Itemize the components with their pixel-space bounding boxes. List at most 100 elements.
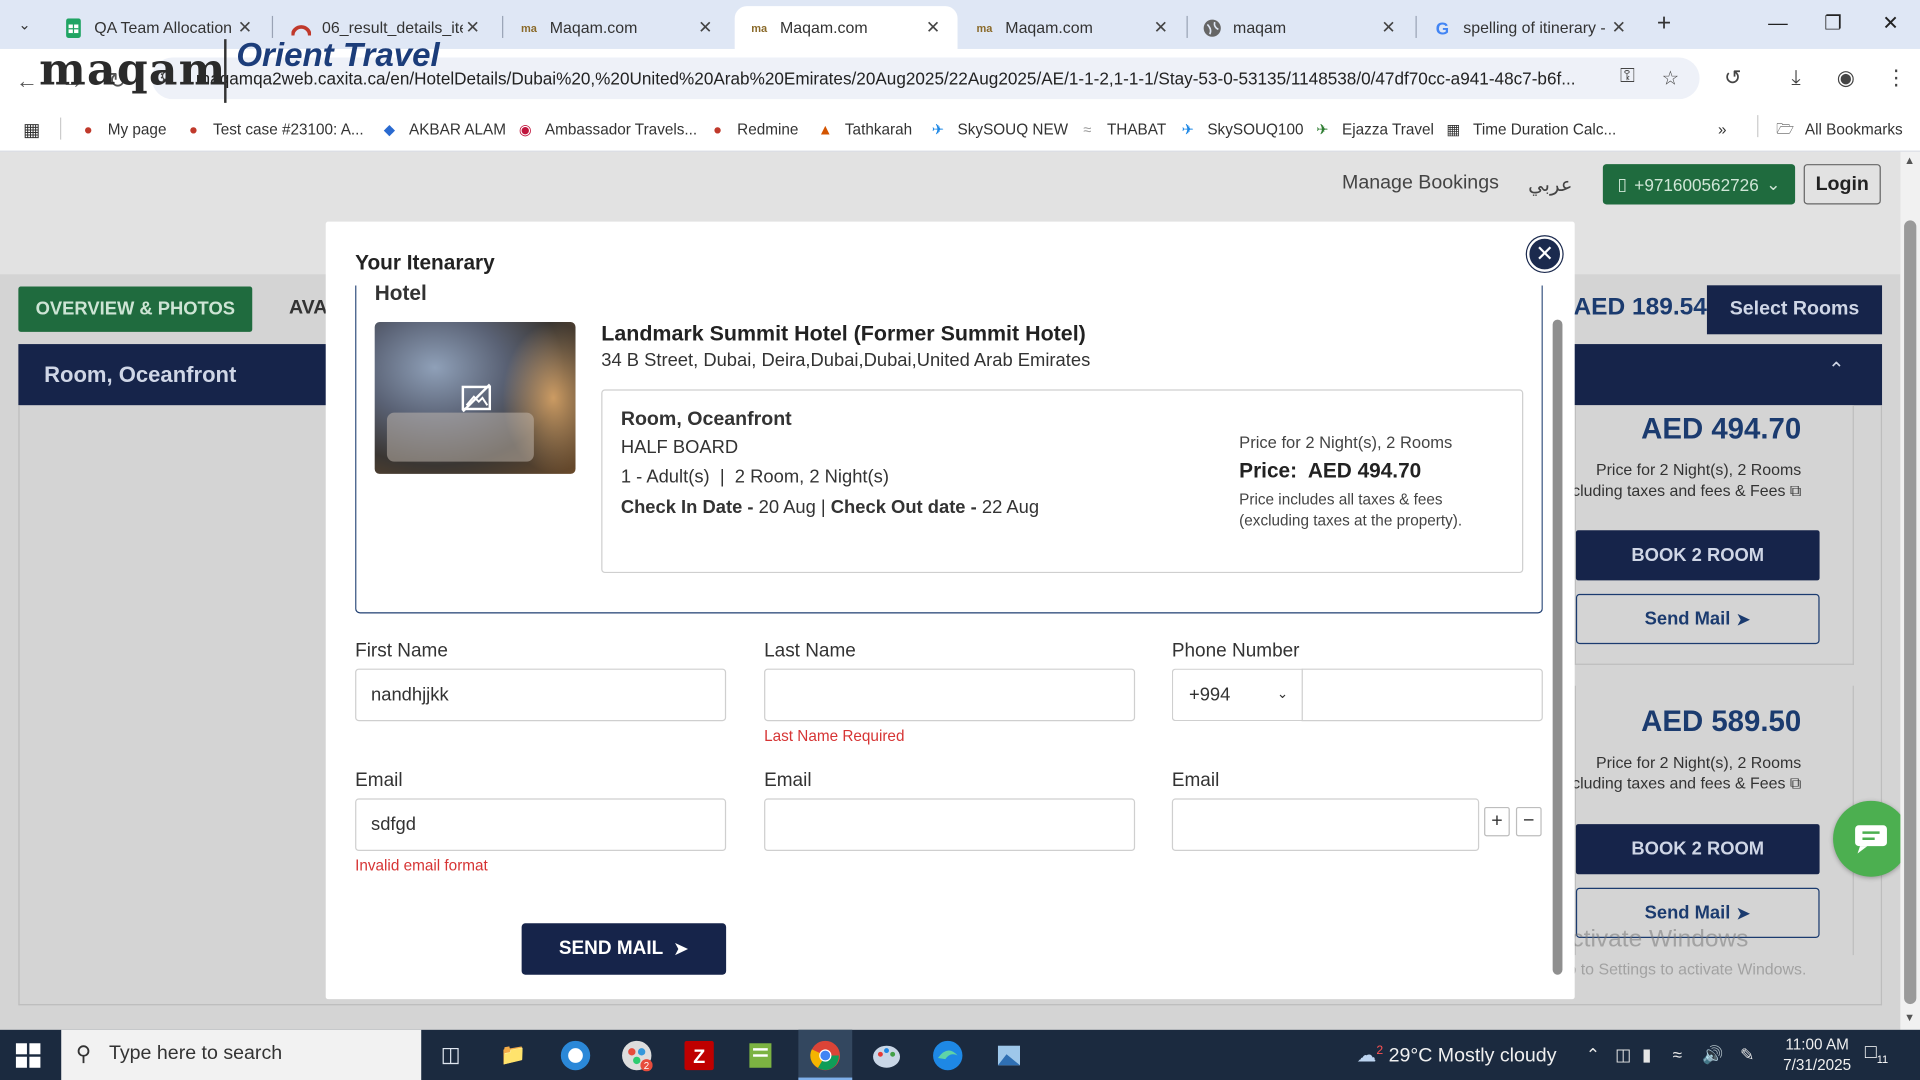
phone-button[interactable]: ▯ +971600562726 ⌄ bbox=[1602, 164, 1796, 205]
tab-title: 06_result_details_iter bbox=[322, 18, 463, 37]
email-input-2[interactable] bbox=[764, 798, 1136, 852]
close-tab-icon[interactable]: ✕ bbox=[1609, 17, 1629, 38]
all-bookmarks[interactable]: 🗁 All Bookmarks bbox=[1776, 116, 1903, 143]
minimize-icon[interactable]: — bbox=[1753, 7, 1802, 41]
manage-bookings-link[interactable]: Manage Bookings bbox=[1342, 173, 1499, 195]
scroll-up-arrow-icon[interactable]: ▲ bbox=[1904, 154, 1915, 166]
tab-maqam-active[interactable]: ma Maqam.com ✕ bbox=[734, 6, 958, 49]
close-tab-icon[interactable]: ✕ bbox=[696, 17, 716, 38]
chrome-icon[interactable] bbox=[807, 1037, 844, 1074]
last-name-input[interactable] bbox=[764, 668, 1136, 722]
tab-search-chevron-icon[interactable]: ⌄ bbox=[10, 10, 39, 39]
maqam-logo[interactable]: maqam bbox=[39, 44, 226, 95]
tab-google-spelling[interactable]: G spelling of itinerary - ✕ bbox=[1418, 6, 1643, 49]
profile-icon[interactable]: ◉ bbox=[1837, 66, 1855, 90]
external-link-icon[interactable]: ⧉ bbox=[1790, 774, 1801, 792]
login-button[interactable]: Login bbox=[1803, 164, 1881, 205]
first-name-input[interactable] bbox=[355, 668, 727, 722]
chat-app-icon[interactable] bbox=[557, 1037, 594, 1074]
pen-icon[interactable]: ✎ bbox=[1740, 1044, 1754, 1065]
chevron-up-icon[interactable]: ⌃ bbox=[1828, 358, 1844, 382]
wifi-icon[interactable]: ≈ bbox=[1673, 1044, 1682, 1064]
close-tab-icon[interactable]: ✕ bbox=[923, 17, 943, 38]
add-email-button[interactable]: + bbox=[1484, 806, 1510, 837]
paint-icon[interactable] bbox=[868, 1037, 905, 1074]
tray-chevron-up-icon[interactable]: ⌃ bbox=[1586, 1044, 1600, 1065]
new-tab-plus-icon[interactable]: + bbox=[1651, 11, 1678, 38]
bookmark-star-icon[interactable]: ☆ bbox=[1662, 66, 1680, 90]
send-mail-submit-button[interactable]: SEND MAIL ➤ bbox=[521, 923, 727, 975]
bookmark-ejazza[interactable]: ✈ Ejazza Travel bbox=[1313, 116, 1434, 143]
bookmark-skysouq-new[interactable]: ✈ SkySOUQ NEW bbox=[928, 116, 1068, 143]
notepad-icon[interactable] bbox=[742, 1037, 779, 1074]
tab-maqam-3[interactable]: ma Maqam.com ✕ bbox=[960, 6, 1185, 49]
bookmark-time-duration[interactable]: ▦ Time Duration Calc... bbox=[1444, 116, 1617, 143]
page-scrollbar-thumb[interactable] bbox=[1904, 220, 1917, 1005]
email-input-1[interactable] bbox=[355, 798, 727, 852]
volume-icon[interactable]: 🔊 bbox=[1702, 1044, 1723, 1065]
send-mail-button[interactable]: Send Mail ➤ bbox=[1575, 593, 1820, 645]
snipping-tool-icon[interactable] bbox=[991, 1037, 1028, 1074]
bookmark-tathkarah[interactable]: ▲ Tathkarah bbox=[816, 116, 912, 143]
apps-grid-icon[interactable]: ▦ bbox=[22, 116, 51, 143]
password-key-icon[interactable]: ⚿ bbox=[1620, 66, 1635, 88]
history-icon[interactable]: ↺ bbox=[1724, 66, 1741, 90]
modal-scrollbar-thumb[interactable] bbox=[1552, 319, 1563, 975]
phone-number-input[interactable] bbox=[1301, 668, 1543, 722]
page-scrollbar[interactable]: ▲ ▼ bbox=[1900, 151, 1920, 1030]
filezilla-icon[interactable]: Z bbox=[681, 1037, 718, 1074]
file-explorer-icon[interactable]: 📁 bbox=[495, 1037, 532, 1074]
remove-email-button[interactable]: − bbox=[1515, 806, 1542, 837]
download-icon[interactable]: ⤓ bbox=[1791, 66, 1800, 90]
menu-kebab-icon[interactable]: ⋮ bbox=[1886, 66, 1907, 90]
external-link-icon[interactable]: ⧉ bbox=[1790, 481, 1801, 499]
country-code-select[interactable]: +994 ⌄ bbox=[1171, 668, 1303, 722]
restore-icon[interactable]: ❐ bbox=[1809, 7, 1858, 41]
edge-icon[interactable] bbox=[929, 1037, 966, 1074]
task-view-icon[interactable]: ◫ bbox=[432, 1037, 469, 1074]
weather-widget[interactable]: ☁2 29°C Mostly cloudy bbox=[1357, 1043, 1557, 1067]
bookmark-my-page[interactable]: ● My page bbox=[78, 116, 167, 143]
chat-bubble-icon[interactable] bbox=[1833, 800, 1909, 877]
bookmark-redmine[interactable]: ● Redmine bbox=[708, 116, 798, 143]
modal-scrollbar[interactable] bbox=[1552, 285, 1563, 975]
close-tab-icon[interactable]: ✕ bbox=[463, 17, 483, 38]
bookmark-ambassador[interactable]: ◉ Ambassador Travels... bbox=[516, 116, 697, 143]
scroll-down-arrow-icon[interactable]: ▼ bbox=[1904, 1011, 1915, 1023]
overview-photos-tab[interactable]: OVERVIEW & PHOTOS bbox=[18, 286, 253, 332]
teams-app-icon[interactable]: 2 bbox=[618, 1037, 655, 1074]
availability-tab[interactable]: AVA bbox=[289, 298, 327, 320]
orient-travel-logo[interactable]: Orient Travel bbox=[236, 37, 439, 75]
close-tab-icon[interactable]: ✕ bbox=[235, 17, 255, 38]
system-clock[interactable]: 11:00 AM 7/31/2025 bbox=[1774, 1035, 1860, 1077]
book-room-button[interactable]: BOOK 2 ROOM bbox=[1575, 530, 1820, 581]
close-tab-icon[interactable]: ✕ bbox=[1151, 17, 1171, 38]
bookmark-thabat[interactable]: ≈ THABAT bbox=[1078, 116, 1166, 143]
battery-icon[interactable]: ▮ bbox=[1642, 1044, 1651, 1065]
bookmark-akbar-alam[interactable]: ◆ AKBAR ALAM bbox=[380, 116, 506, 143]
checkin-value: 20 Aug bbox=[758, 497, 816, 518]
select-rooms-button[interactable]: Select Rooms bbox=[1706, 285, 1883, 335]
maqam-icon: ma bbox=[976, 21, 993, 34]
rate-note: Price for 2 Night(s), 2 Rooms including … bbox=[1556, 459, 1801, 501]
bookmark-skysouq100[interactable]: ✈ SkySOUQ100 bbox=[1178, 116, 1304, 143]
weather-badge: 2 bbox=[1376, 1044, 1384, 1058]
arabic-language-link[interactable]: عربي bbox=[1528, 173, 1572, 197]
paper-plane-icon: ➤ bbox=[1735, 609, 1751, 631]
image-placeholder-icon bbox=[461, 383, 492, 413]
send-mail-label: SEND MAIL bbox=[558, 937, 664, 959]
close-modal-icon[interactable]: ✕ bbox=[1526, 236, 1563, 272]
windows-start-icon[interactable] bbox=[15, 1042, 42, 1069]
bookmark-test-case[interactable]: ● Test case #23100: A... bbox=[184, 116, 364, 143]
book-room-button[interactable]: BOOK 2 ROOM bbox=[1575, 824, 1820, 875]
tab-maqam-1[interactable]: ma Maqam.com ✕ bbox=[504, 6, 729, 49]
network-device-icon[interactable]: ◫ bbox=[1615, 1044, 1631, 1065]
plane-icon: ✈ bbox=[1316, 121, 1329, 139]
more-bookmarks-chevron-icon[interactable]: » bbox=[1718, 116, 1727, 143]
redmine-icon: ● bbox=[189, 121, 198, 139]
email-input-3[interactable] bbox=[1171, 798, 1480, 852]
tab-maqam-search[interactable]: maqam ✕ bbox=[1188, 6, 1413, 49]
notification-center-icon[interactable]: □11 bbox=[1865, 1042, 1888, 1065]
close-tab-icon[interactable]: ✕ bbox=[1379, 17, 1399, 38]
close-window-icon[interactable]: ✕ bbox=[1866, 7, 1915, 41]
